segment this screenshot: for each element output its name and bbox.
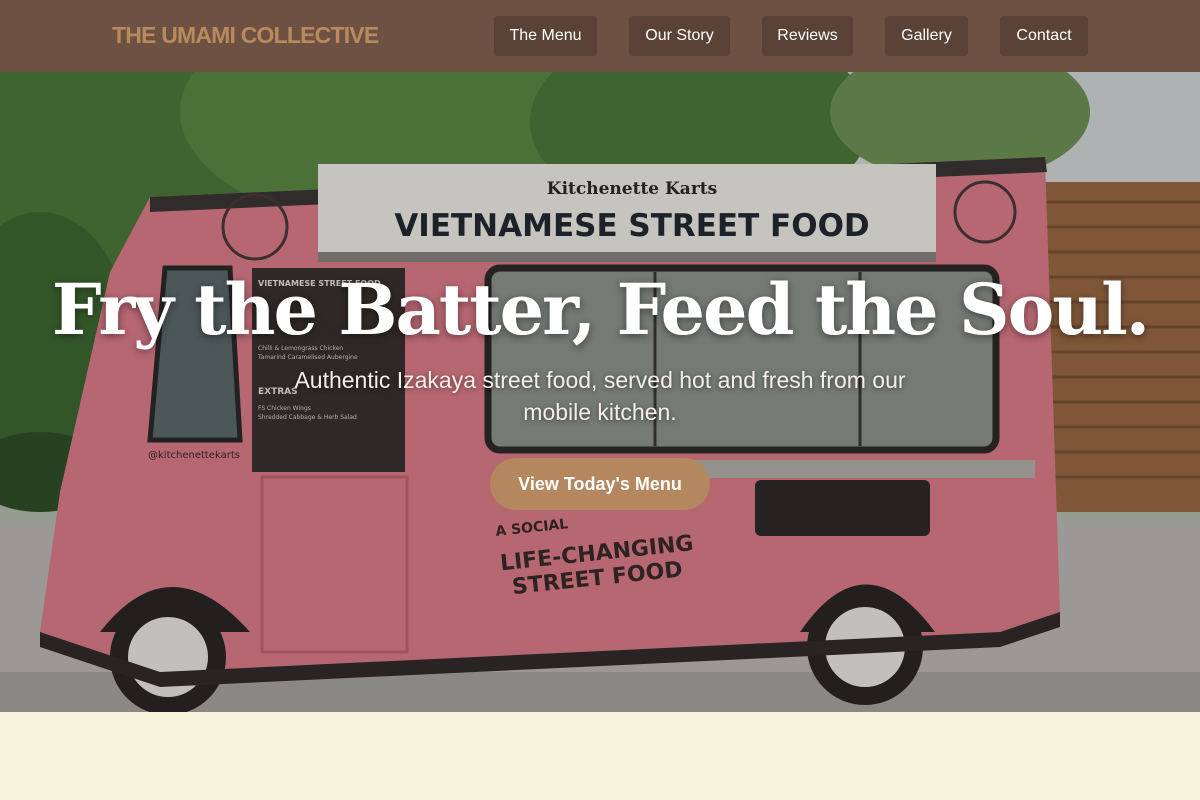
top-navbar: THE UMAMI COLLECTIVE The Menu Our Story … bbox=[0, 0, 1200, 72]
nav-item-gallery[interactable]: Gallery bbox=[885, 16, 968, 56]
nav-item-the-menu[interactable]: The Menu bbox=[494, 16, 597, 56]
hero-subtitle: Authentic Izakaya street food, served ho… bbox=[294, 367, 906, 425]
nav-item-reviews[interactable]: Reviews bbox=[762, 16, 853, 56]
nav-item-contact[interactable]: Contact bbox=[1000, 16, 1088, 56]
brand-logo[interactable]: THE UMAMI COLLECTIVE bbox=[112, 22, 379, 49]
view-menu-button[interactable]: View Today's Menu bbox=[490, 458, 710, 510]
hero-title: Fry the Batter, Feed the Soul. bbox=[51, 268, 1150, 351]
nav-item-our-story[interactable]: Our Story bbox=[629, 16, 730, 56]
next-section bbox=[0, 712, 1200, 800]
hero-section: Kitchenette Karts VIETNAMESE STREET FOOD… bbox=[0, 72, 1200, 712]
